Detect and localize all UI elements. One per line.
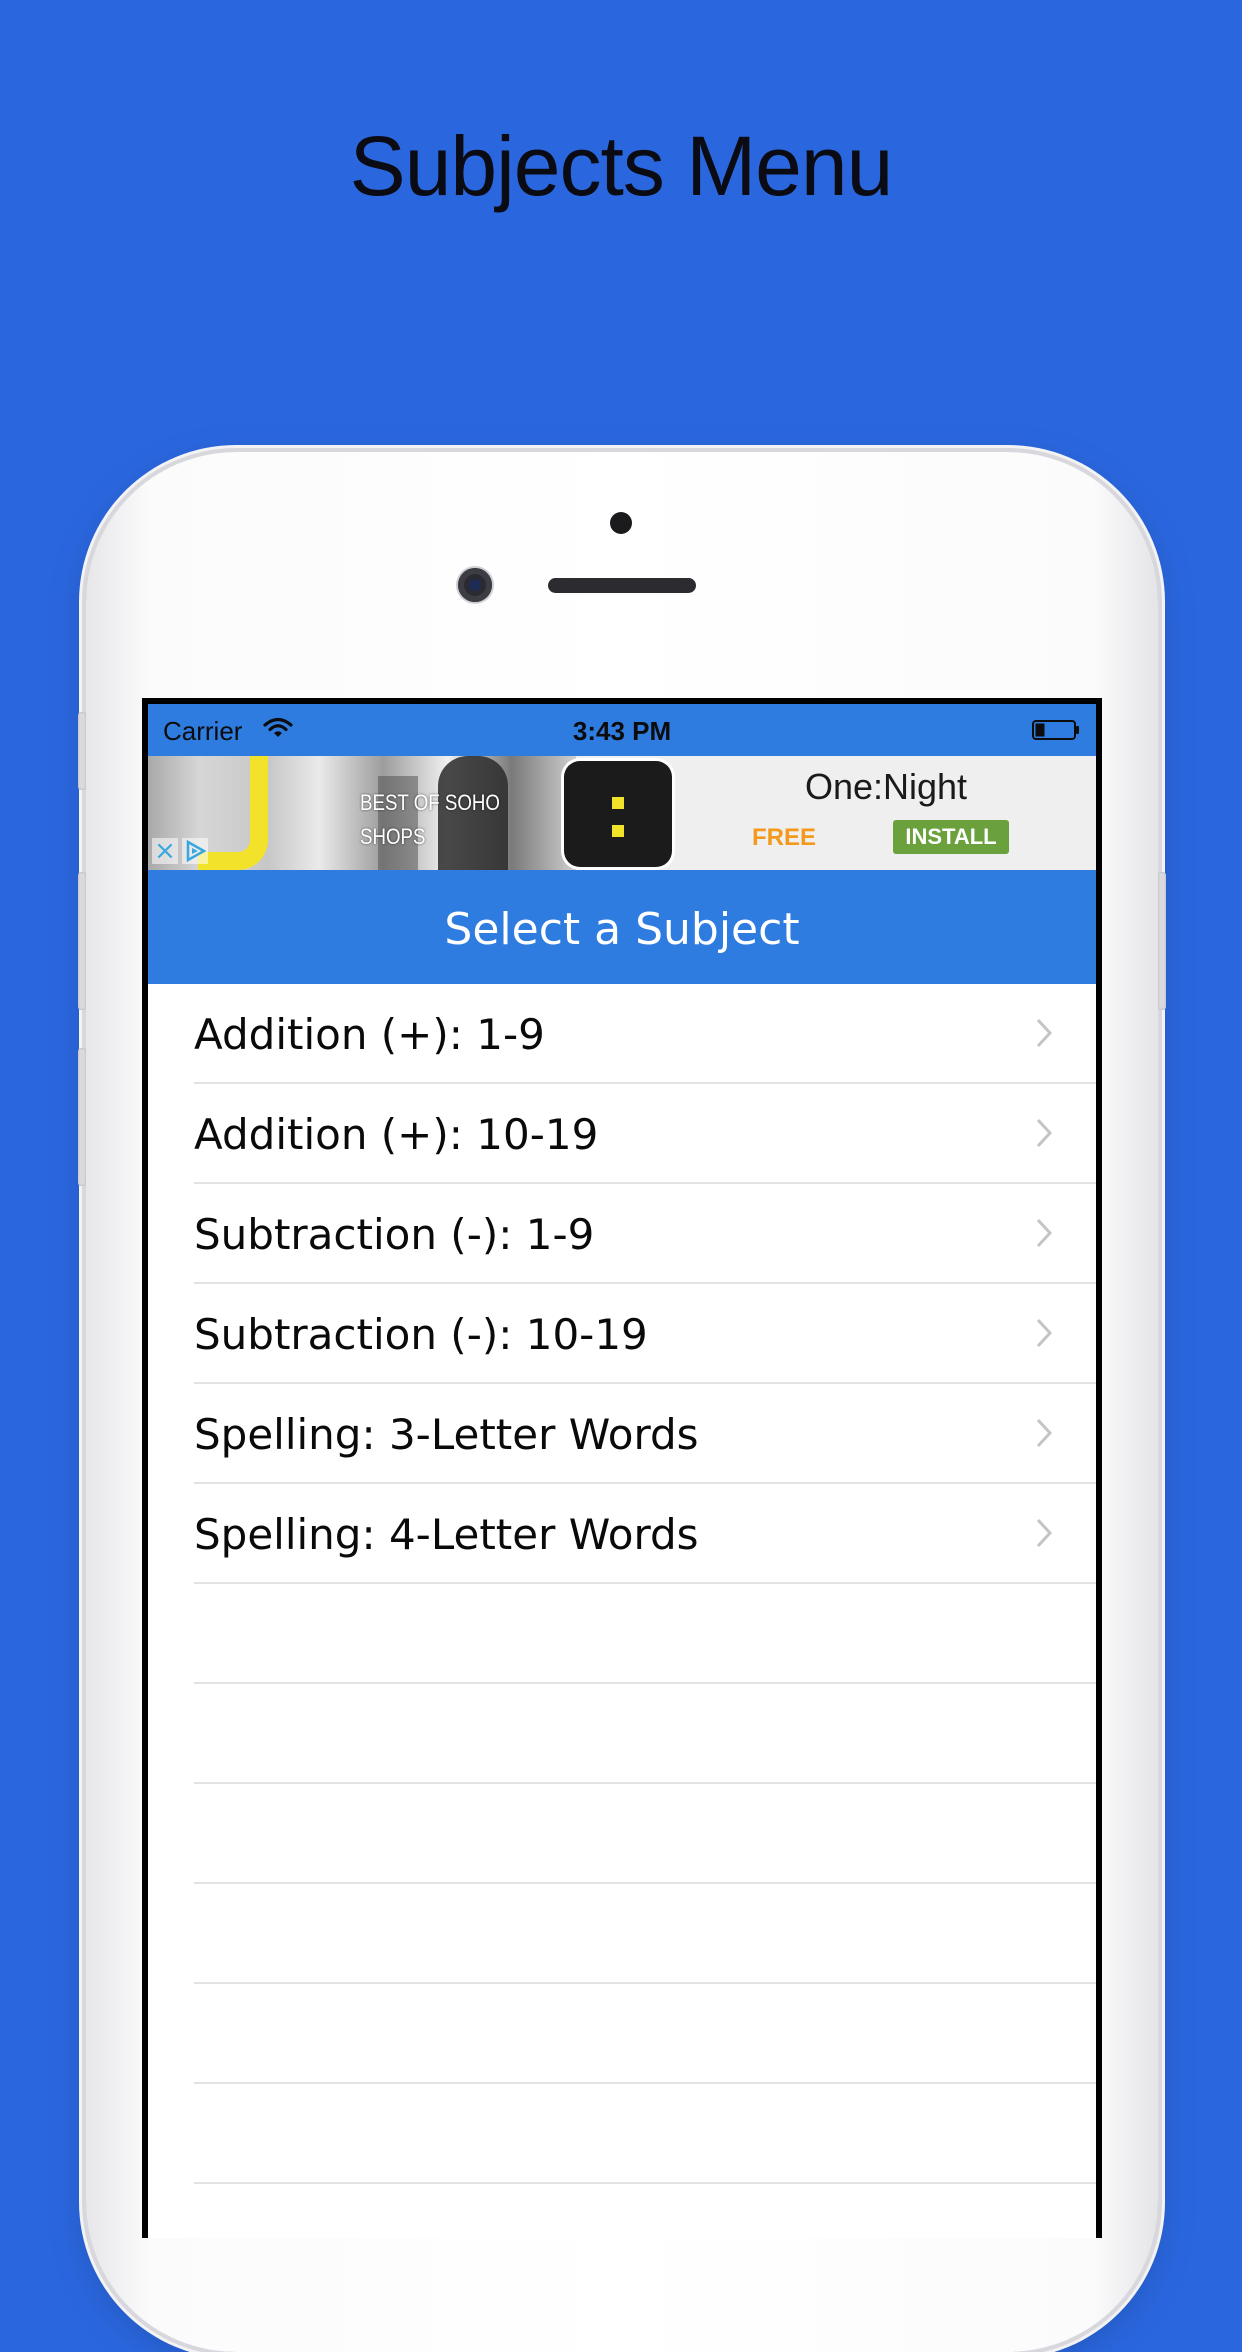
list-item-label: Subtraction (-): 1-9 <box>194 1210 595 1259</box>
proximity-sensor <box>610 512 632 534</box>
ad-image-text-line: SHOPS <box>360 824 426 849</box>
empty-row <box>194 1584 1096 1684</box>
list-item-label: Spelling: 3-Letter Words <box>194 1410 699 1459</box>
ad-install-button[interactable]: INSTALL <box>893 820 1009 854</box>
list-item-label: Addition (+): 10-19 <box>194 1110 599 1159</box>
volume-down-button <box>78 1048 86 1186</box>
ad-app-name[interactable]: One:Night <box>676 766 1096 808</box>
list-item[interactable]: Addition (+): 10-19 <box>194 1084 1096 1184</box>
chevron-right-icon <box>1036 1018 1052 1048</box>
empty-row <box>194 1684 1096 1784</box>
ad-banner[interactable]: BEST OF SOHO SHOPS × One:Night FREE INST… <box>148 756 1096 870</box>
navigation-bar: Select a Subject <box>148 870 1096 984</box>
empty-row <box>194 2184 1096 2238</box>
chevron-right-icon <box>1036 1518 1052 1548</box>
empty-row <box>194 2084 1096 2184</box>
chevron-right-icon <box>1036 1418 1052 1448</box>
ad-image[interactable]: BEST OF SOHO SHOPS × <box>148 756 576 870</box>
chevron-right-icon <box>1036 1118 1052 1148</box>
list-item-label: Subtraction (-): 10-19 <box>194 1310 648 1359</box>
list-item[interactable]: Addition (+): 1-9 <box>194 984 1096 1084</box>
volume-up-button <box>78 872 86 1010</box>
power-button <box>1158 872 1166 1010</box>
nav-title: Select a Subject <box>444 904 800 955</box>
chevron-right-icon <box>1036 1318 1052 1348</box>
battery-icon <box>1032 720 1079 740</box>
chevron-right-icon <box>1036 1218 1052 1248</box>
list-item[interactable]: Spelling: 3-Letter Words <box>194 1384 1096 1484</box>
adchoices-icon[interactable] <box>182 838 208 864</box>
empty-row <box>194 1884 1096 1984</box>
app-screen: Carrier 3:43 PM BEST OF SOHO SHOPS × One… <box>148 704 1096 2238</box>
list-item[interactable]: Subtraction (-): 10-19 <box>194 1284 1096 1384</box>
ad-price: FREE <box>752 824 817 851</box>
phone-screen: Carrier 3:43 PM BEST OF SOHO SHOPS × One… <box>142 698 1102 2238</box>
list-item[interactable]: Subtraction (-): 1-9 <box>194 1184 1096 1284</box>
ad-image-yellow-shape <box>198 756 268 870</box>
empty-row <box>194 1784 1096 1884</box>
ad-app-icon[interactable] <box>564 761 672 867</box>
ad-image-text-line: BEST OF SOHO <box>360 790 500 815</box>
front-camera <box>458 568 492 602</box>
empty-row <box>194 1984 1096 2084</box>
list-item-label: Addition (+): 1-9 <box>194 1010 545 1059</box>
mute-switch <box>78 712 86 790</box>
list-item[interactable]: Spelling: 4-Letter Words <box>194 1484 1096 1584</box>
page-title: Subjects Menu <box>349 119 894 213</box>
list-item-label: Spelling: 4-Letter Words <box>194 1510 699 1559</box>
earpiece-speaker <box>548 578 696 593</box>
status-bar: Carrier 3:43 PM <box>148 704 1096 756</box>
status-time: 3:43 PM <box>572 716 672 746</box>
close-icon[interactable]: × <box>152 838 178 864</box>
subjects-list: Addition (+): 1-9 Addition (+): 10-19 Su… <box>148 984 1096 2238</box>
ad-image-text: BEST OF SOHO SHOPS <box>360 786 500 854</box>
